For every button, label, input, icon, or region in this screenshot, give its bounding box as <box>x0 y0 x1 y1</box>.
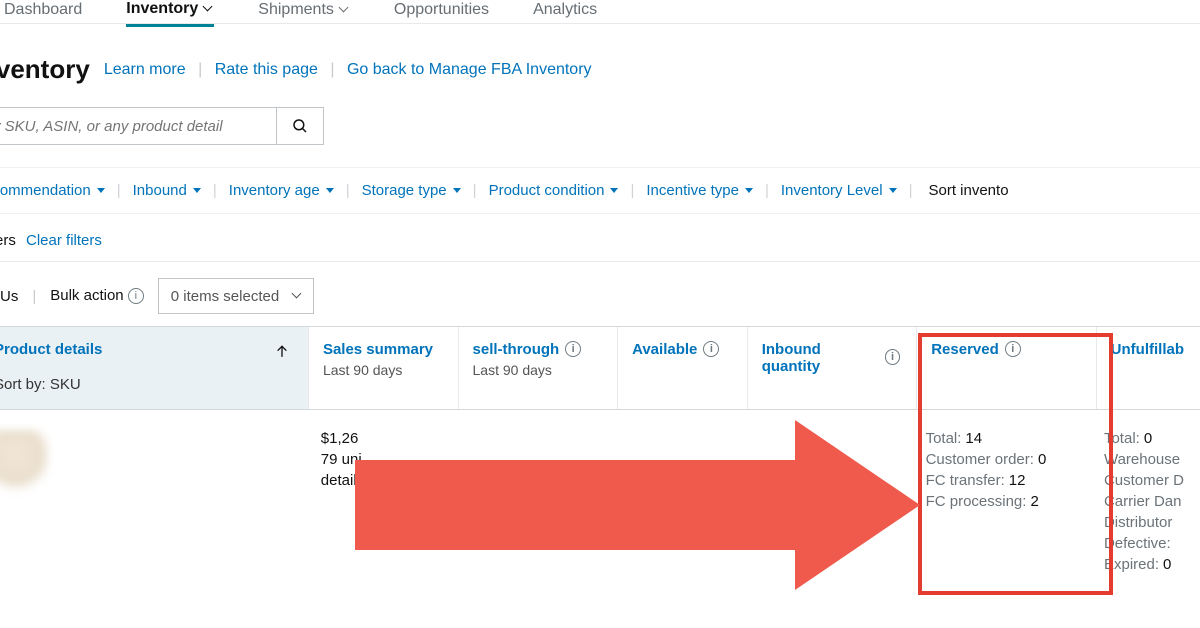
info-icon[interactable]: i <box>885 349 900 365</box>
arrow-up-icon <box>274 343 290 363</box>
caret-down-icon <box>97 188 105 193</box>
divider: | <box>330 61 334 78</box>
page-title: nventory <box>0 54 90 85</box>
cell-unfulfillable: Total:0 Warehouse Customer D Carrier Dan… <box>1090 430 1200 590</box>
rate-page-link[interactable]: Rate this page <box>215 61 318 78</box>
nav-shipments[interactable]: Shipments <box>258 1 350 19</box>
caret-down-icon <box>745 188 753 193</box>
col-sales-summary[interactable]: Sales summary Last 90 days <box>309 327 459 409</box>
col-available[interactable]: Availablei <box>618 327 748 409</box>
page-header-links: Learn more | Rate this page | Go back to… <box>104 61 592 79</box>
filter-product-condition[interactable]: Product condition <box>485 182 623 199</box>
col-sell-through[interactable]: sell-throughi Last 90 days <box>459 327 619 409</box>
page-header: nventory Learn more | Rate this page | G… <box>0 28 1200 95</box>
filter-storage-type[interactable]: Storage type <box>358 182 465 199</box>
cell-sell-through <box>456 430 615 590</box>
nav-analytics[interactable]: Analytics <box>533 1 597 19</box>
learn-more-link[interactable]: Learn more <box>104 61 186 78</box>
sort-by-label: Sort by: SKU <box>0 376 292 393</box>
search-bar <box>0 107 1200 145</box>
caret-down-icon <box>193 188 201 193</box>
cell-sales: $1,26 79 uni detail <box>307 430 456 590</box>
nav-inventory-label: Inventory <box>126 0 198 18</box>
table-row: $1,26 79 uni detail Total:14 Customer or… <box>0 410 1200 590</box>
filter-recommendation[interactable]: ecommendation <box>0 182 109 199</box>
col-inbound-quantity[interactable]: Inbound quantityi <box>748 327 918 409</box>
info-icon[interactable]: i <box>128 288 144 304</box>
caret-down-icon <box>610 188 618 193</box>
search-button[interactable] <box>276 107 324 145</box>
divider: | <box>198 61 202 78</box>
cell-available <box>614 430 743 590</box>
filter-row: ecommendation | Inbound | Inventory age … <box>0 167 1200 214</box>
chevron-down-icon <box>204 3 214 13</box>
sort-label[interactable]: Sort invento <box>928 182 1008 199</box>
applied-filters-label: filters <box>0 232 16 249</box>
items-selected-value: 0 items selected <box>171 288 279 305</box>
items-selected-dropdown[interactable]: 0 items selected <box>158 278 314 314</box>
cell-reserved: Total:14 Customer order:0 FC transfer:12… <box>912 430 1090 590</box>
applied-filters: filters Clear filters <box>0 214 1200 261</box>
product-thumbnail <box>0 430 48 492</box>
filter-incentive-type[interactable]: Incentive type <box>642 182 757 199</box>
nav-dashboard[interactable]: Dashboard <box>4 1 82 19</box>
info-icon[interactable]: i <box>1005 341 1021 357</box>
cell-product <box>0 430 307 590</box>
col-reserved[interactable]: Reservedi <box>917 327 1096 409</box>
caret-down-icon <box>889 188 897 193</box>
top-nav: Dashboard Inventory Shipments Opportunit… <box>0 0 1200 24</box>
table-header: Product details Sort by: SKU Sales summa… <box>0 326 1200 410</box>
caret-down-icon <box>453 188 461 193</box>
nav-shipments-label: Shipments <box>258 1 334 19</box>
info-icon[interactable]: i <box>565 341 581 357</box>
col-product-details[interactable]: Product details Sort by: SKU <box>0 327 309 409</box>
go-back-link[interactable]: Go back to Manage FBA Inventory <box>347 61 592 78</box>
caret-down-icon <box>326 188 334 193</box>
filter-inventory-level[interactable]: Inventory Level <box>777 182 901 199</box>
chevron-down-icon <box>340 4 350 14</box>
filter-inventory-age[interactable]: Inventory age <box>225 182 338 199</box>
bulk-action-label: Bulk action i <box>50 287 144 305</box>
search-input[interactable] <box>0 107 276 145</box>
chevron-down-icon <box>293 290 303 300</box>
col-unfulfillable[interactable]: Unfulfillab <box>1097 327 1200 409</box>
bulk-action-row: SKUs | Bulk action i 0 items selected <box>0 261 1200 326</box>
search-icon <box>291 117 309 135</box>
info-icon[interactable]: i <box>703 341 719 357</box>
nav-opportunities[interactable]: Opportunities <box>394 1 489 19</box>
cell-inbound <box>743 430 912 590</box>
nav-inventory[interactable]: Inventory <box>126 0 214 27</box>
clear-filters-link[interactable]: Clear filters <box>26 232 102 249</box>
filter-inbound[interactable]: Inbound <box>129 182 205 199</box>
skus-label: SKUs <box>0 288 18 305</box>
